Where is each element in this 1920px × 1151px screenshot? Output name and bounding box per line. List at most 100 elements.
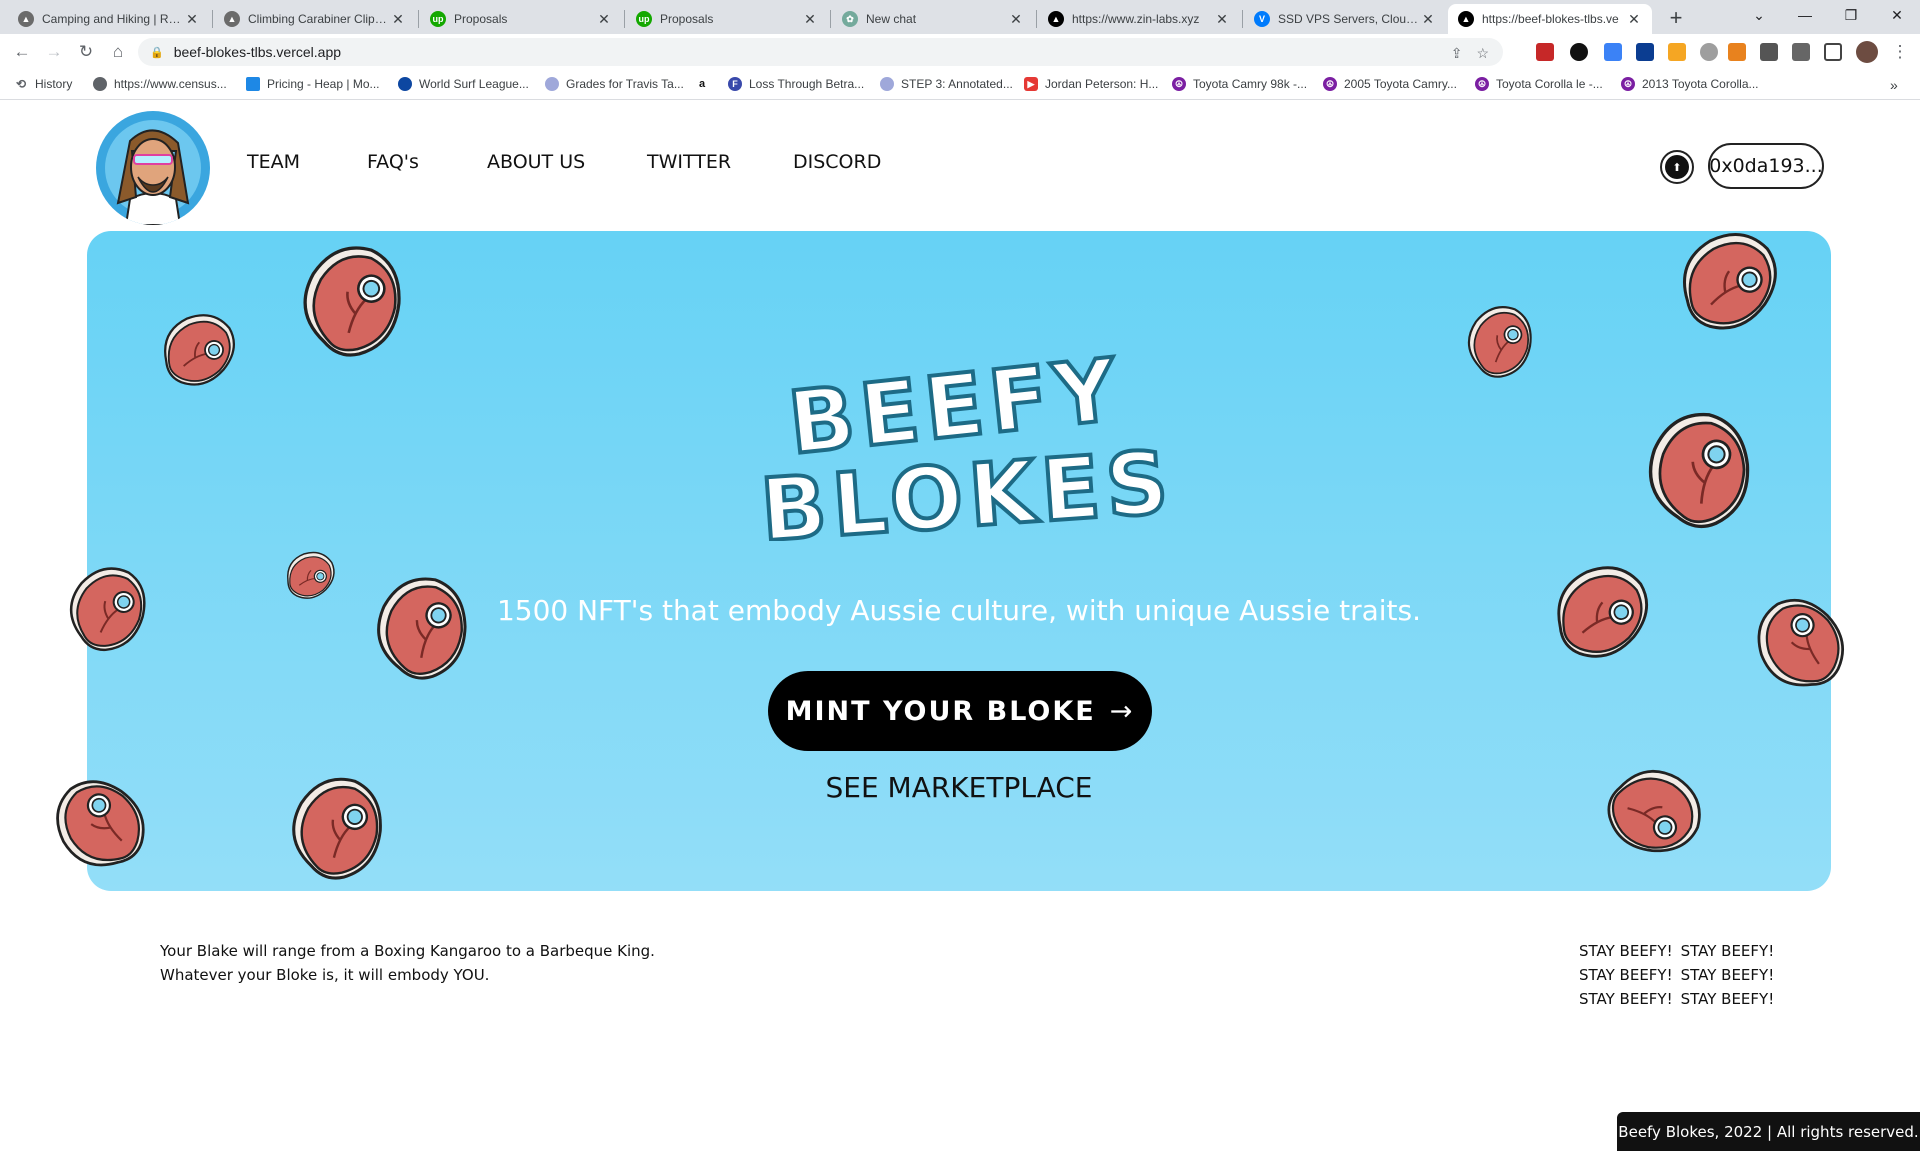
extension-icon[interactable]: [1604, 43, 1622, 61]
wallet-address-button[interactable]: 0x0da193...: [1708, 143, 1824, 189]
tab-rei-camping[interactable]: ▲ Camping and Hiking | REI C ✕: [8, 4, 210, 34]
tab-title: Proposals: [660, 12, 714, 26]
close-icon[interactable]: ✕: [802, 11, 818, 28]
heap-icon: [246, 77, 260, 91]
network-icon: ⬆: [1665, 155, 1689, 179]
extension-icon[interactable]: [1636, 43, 1654, 61]
bookmark-camry-2005[interactable]: ☮ 2005 Toyota Camry...: [1323, 77, 1457, 91]
steak-decoration: [38, 762, 165, 889]
chatgpt-icon: ✿: [842, 11, 858, 27]
tab-title: Camping and Hiking | REI C: [42, 12, 184, 26]
wsl-icon: [398, 77, 412, 91]
steak-decoration: [269, 221, 436, 388]
tab-rei-carabiner[interactable]: ▲ Climbing Carabiner Clips: L ✕: [214, 4, 416, 34]
close-icon[interactable]: ✕: [390, 11, 406, 28]
wallet-icon[interactable]: ⬆: [1660, 150, 1694, 184]
hero-banner: BEEFY BLOKES 1500 NFT's that embody Auss…: [56, 231, 1844, 891]
census-icon: [93, 77, 107, 91]
rei-icon: ▲: [18, 11, 34, 27]
rei-icon: ▲: [224, 11, 240, 27]
tab-title: Proposals: [454, 12, 508, 26]
mint-button[interactable]: MINT YOUR BLOKE →: [768, 671, 1152, 751]
about-line: Whatever your Bloke is, it will embody Y…: [160, 966, 490, 984]
bookmark-amazon[interactable]: a: [695, 77, 716, 91]
nav-discord[interactable]: DISCORD: [793, 151, 881, 173]
footer-copyright: Beefy Blokes, 2022 | All rights reserved…: [1617, 1112, 1920, 1151]
bookmark-wsl[interactable]: World Surf League...: [398, 77, 529, 91]
extension-icon[interactable]: [1668, 43, 1686, 61]
youtube-icon: ▶: [1024, 77, 1038, 91]
about-text: Your Blake will range from a Boxing Kang…: [160, 939, 655, 987]
close-icon[interactable]: ✕: [184, 11, 200, 28]
reload-icon[interactable]: ↻: [74, 40, 98, 64]
arrow-right-icon: →: [1109, 695, 1135, 727]
home-icon[interactable]: ⌂: [106, 40, 130, 64]
bookmark-grades[interactable]: Grades for Travis Ta...: [545, 77, 684, 91]
vercel-icon: ▲: [1458, 11, 1474, 27]
extension-icon[interactable]: [1700, 43, 1718, 61]
bookmark-camry-98k[interactable]: ☮ Toyota Camry 98k -...: [1172, 77, 1307, 91]
restore-icon[interactable]: ❐: [1828, 0, 1874, 30]
address-bar[interactable]: 🔒 beef-blokes-tlbs.vercel.app ⇪ ☆: [138, 38, 1503, 66]
tab-proposals-2[interactable]: up Proposals ✕: [626, 4, 828, 34]
stay-row: STAY BEEFY! STAY BEEFY!: [1579, 966, 1775, 984]
canvas-icon: [545, 77, 559, 91]
profile-avatar[interactable]: [1856, 41, 1878, 63]
close-icon[interactable]: ✕: [596, 11, 612, 28]
bookmark-corolla-2013[interactable]: ☮ 2013 Toyota Corolla...: [1621, 77, 1759, 91]
nav-faq[interactable]: FAQ's: [367, 151, 419, 173]
minimize-icon[interactable]: —: [1782, 0, 1828, 30]
back-icon[interactable]: ←: [10, 40, 34, 64]
tab-title: Climbing Carabiner Clips: L: [248, 12, 390, 26]
nav-twitter[interactable]: TWITTER: [647, 151, 731, 173]
close-icon[interactable]: ✕: [1008, 11, 1024, 28]
bookmark-census[interactable]: https://www.census...: [93, 77, 227, 91]
bookmark-star-icon[interactable]: ☆: [1476, 45, 1489, 62]
tab-new-chat[interactable]: ✿ New chat ✕: [832, 4, 1034, 34]
f-icon: F: [728, 77, 742, 91]
peace-icon: ☮: [1475, 77, 1489, 91]
mint-button-label: MINT YOUR BLOKE: [785, 695, 1096, 727]
extension-icon[interactable]: [1570, 43, 1588, 61]
browser-toolbar: ← → ↻ ⌂ 🔒 beef-blokes-tlbs.vercel.app ⇪ …: [0, 34, 1920, 70]
nav-team[interactable]: TEAM: [247, 151, 300, 173]
share-icon[interactable]: ⇪: [1451, 45, 1463, 62]
puzzle-icon[interactable]: [1792, 43, 1810, 61]
tab-proposals-1[interactable]: up Proposals ✕: [420, 4, 622, 34]
upwork-icon: up: [430, 11, 446, 27]
side-panel-icon[interactable]: [1824, 43, 1842, 61]
steak-decoration: [142, 296, 252, 406]
close-icon[interactable]: ✕: [1214, 11, 1230, 28]
bookmark-jordan[interactable]: ▶ Jordan Peterson: H...: [1024, 77, 1158, 91]
metamask-icon[interactable]: [1728, 43, 1746, 61]
close-icon[interactable]: ✕: [1420, 11, 1436, 28]
site-logo-avatar[interactable]: [96, 111, 210, 225]
tab-title: New chat: [866, 12, 917, 26]
steak-decoration: [1657, 213, 1796, 352]
bookmark-step3[interactable]: STEP 3: Annotated...: [880, 77, 1013, 91]
menu-icon[interactable]: ⋮: [1888, 40, 1912, 64]
bookmark-history[interactable]: ⟲ History: [14, 77, 72, 91]
tab-zin-labs[interactable]: ▲ https://www.zin-labs.xyz ✕: [1038, 4, 1240, 34]
peace-icon: ☮: [1621, 77, 1635, 91]
bookmark-corolla-le[interactable]: ☮ Toyota Corolla le -...: [1475, 77, 1603, 91]
new-tab-button[interactable]: +: [1662, 4, 1690, 32]
more-bookmarks-icon[interactable]: »: [1890, 77, 1898, 93]
bookmark-loss[interactable]: F Loss Through Betra...: [728, 77, 864, 91]
bookmark-heap[interactable]: Pricing - Heap | Mo...: [246, 77, 380, 91]
history-icon: ⟲: [15, 77, 27, 91]
close-window-icon[interactable]: ✕: [1874, 0, 1920, 30]
peace-icon: ☮: [1172, 77, 1186, 91]
tab-beef-blokes[interactable]: ▲ https://beef-blokes-tlbs.ve ✕: [1448, 4, 1652, 34]
extension-icon[interactable]: [1536, 43, 1554, 61]
tab-search-icon[interactable]: ⌄: [1736, 0, 1782, 30]
steak-decoration: [1582, 741, 1723, 882]
close-icon[interactable]: ✕: [1626, 11, 1642, 28]
extension-icon[interactable]: [1760, 43, 1778, 61]
tab-vultr[interactable]: V SSD VPS Servers, Cloud Se ✕: [1244, 4, 1446, 34]
nav-about-us[interactable]: ABOUT US: [487, 151, 585, 173]
tab-title: SSD VPS Servers, Cloud Se: [1278, 12, 1420, 26]
tab-title: https://beef-blokes-tlbs.ve: [1482, 12, 1619, 26]
stay-beefy-block: STAY BEEFY! STAY BEEFY! STAY BEEFY! STAY B…: [1579, 939, 1782, 1011]
forward-icon[interactable]: →: [42, 40, 66, 64]
